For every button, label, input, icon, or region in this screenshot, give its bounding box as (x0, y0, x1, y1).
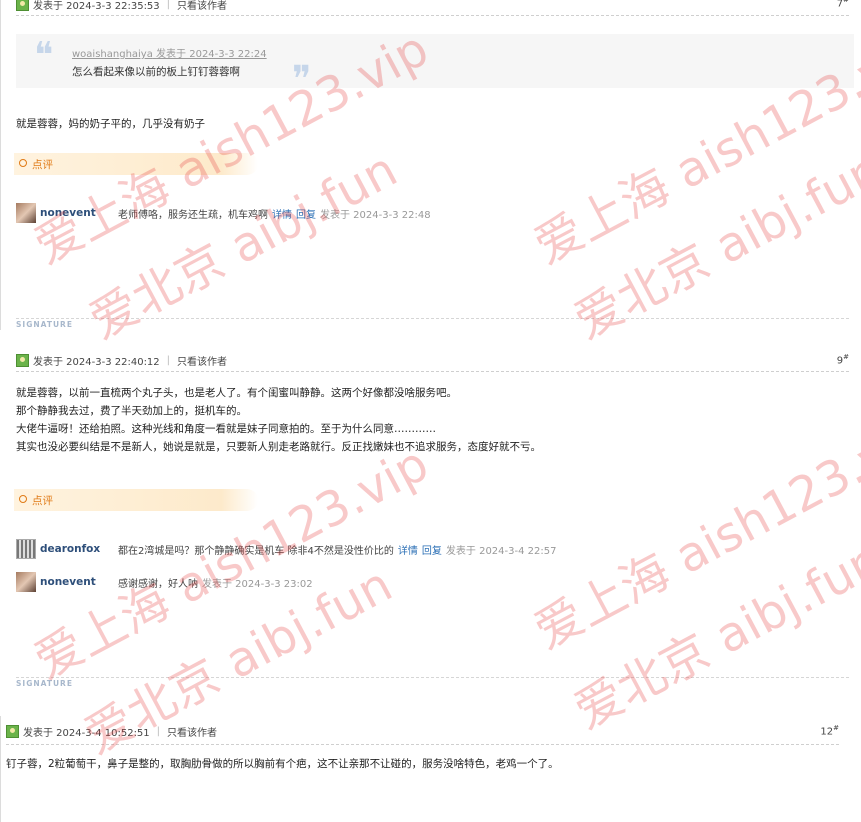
post-floor-12: 发表于 2024-3-4 10:52:51 | 只看该作者 12# 钉子蓉，2粒… (0, 716, 861, 822)
quote-block: ❝ woaishanghaiya 发表于 2024-3-3 22:24 怎么看起… (16, 34, 854, 98)
avatar[interactable] (16, 203, 36, 223)
comment-detail-link[interactable]: 详情 (272, 206, 292, 221)
comment-time: 发表于 2024-3-4 22:57 (445, 545, 557, 557)
comment-detail-link[interactable]: 详情 (398, 542, 418, 557)
post-time: 发表于 2024-3-3 22:35:53 (33, 0, 160, 12)
comment-row: nonevent 老师傅咯，服务还生疏，机车鸡啊 详情 回复 发表于 2024-… (16, 202, 431, 224)
post-left-border (0, 0, 1, 330)
post-time: 发表于 2024-3-3 22:40:12 (33, 356, 160, 368)
separator: | (166, 354, 171, 366)
only-author-link[interactable]: 只看该作者 (177, 0, 227, 12)
comment-text: 感谢感谢，好人呐 (118, 578, 198, 590)
signature-divider (16, 318, 849, 319)
comment-time: 发表于 2024-3-3 22:48 (320, 209, 431, 221)
post-floor-7: 发表于 2024-3-3 22:35:53 | 只看该作者 7# ❝ woais… (0, 0, 861, 330)
post-left-border (0, 716, 1, 822)
meta-divider (16, 15, 849, 16)
comment-row: nonevent 感谢感谢，好人呐 发表于 2024-3-3 23:02 (16, 571, 313, 593)
rate-bar: 点评 (14, 153, 258, 175)
comment-user[interactable]: nonevent (40, 207, 112, 219)
meta-divider (6, 744, 839, 745)
comment-row: dearonfox 都在2湾城是吗？那个静静确实是机车 除非4不然是没性价比的 … (16, 538, 556, 560)
meta-divider (16, 371, 849, 372)
post-meta: 发表于 2024-3-3 22:35:53 | 只看该作者 (16, 0, 227, 12)
post-floor-9: 发表于 2024-3-3 22:40:12 | 只看该作者 9# 就是蓉蓉，以前… (0, 345, 861, 700)
rate-circle-icon (19, 495, 27, 503)
floor-number[interactable]: 7# (837, 0, 849, 9)
user-badge-icon[interactable] (16, 0, 29, 11)
quote-header[interactable]: woaishanghaiya 发表于 2024-3-3 22:24 (72, 45, 267, 60)
signature-label: SIGNATURE (16, 679, 73, 688)
floor-number[interactable]: 12# (820, 724, 839, 737)
post-body: 钉子蓉，2粒葡萄干，鼻子是整的，取胸肋骨做的所以胸前有个疤，这不让亲那不让碰的，… (6, 758, 559, 770)
post-time: 发表于 2024-3-4 10:52:51 (23, 727, 150, 739)
post-meta: 发表于 2024-3-3 22:40:12 | 只看该作者 (16, 352, 227, 368)
comment-reply-link[interactable]: 回复 (296, 206, 316, 221)
comment-user[interactable]: nonevent (40, 576, 112, 588)
rate-label: 点评 (32, 495, 53, 507)
signature-label: SIGNATURE (16, 320, 73, 329)
comment-user[interactable]: dearonfox (40, 543, 112, 555)
avatar[interactable] (16, 572, 36, 592)
only-author-link[interactable]: 只看该作者 (167, 724, 217, 739)
post-body: 就是蓉蓉，妈的奶子平的，几乎没有奶子 (16, 118, 205, 130)
floor-number[interactable]: 9# (837, 353, 849, 366)
user-badge-icon[interactable] (6, 724, 19, 738)
post-meta: 发表于 2024-3-4 10:52:51 | 只看该作者 (6, 723, 217, 739)
separator: | (166, 0, 171, 10)
comment-text: 都在2湾城是吗？那个静静确实是机车 除非4不然是没性价比的 (118, 545, 394, 557)
avatar[interactable] (16, 539, 36, 559)
comment-text: 老师傅咯，服务还生疏，机车鸡啊 (118, 209, 268, 221)
post-body: 就是蓉蓉，以前一直梳两个丸子头，也是老人了。有个闺蜜叫静静。这两个好像都没啥服务… (16, 387, 541, 453)
quote-open-icon: ❝ (34, 35, 54, 76)
user-badge-icon[interactable] (16, 353, 29, 367)
comment-reply-link[interactable]: 回复 (422, 542, 442, 557)
quote-text: 怎么看起来像以前的板上钉钉蓉蓉啊 (72, 66, 240, 78)
separator: | (156, 725, 161, 737)
rate-label: 点评 (32, 159, 53, 171)
comment-time: 发表于 2024-3-3 23:02 (202, 578, 313, 590)
signature-divider (16, 677, 849, 678)
only-author-link[interactable]: 只看该作者 (177, 353, 227, 368)
rate-bar: 点评 (14, 489, 258, 511)
quote-close-icon: ❞ (292, 59, 312, 100)
rate-circle-icon (19, 159, 27, 167)
